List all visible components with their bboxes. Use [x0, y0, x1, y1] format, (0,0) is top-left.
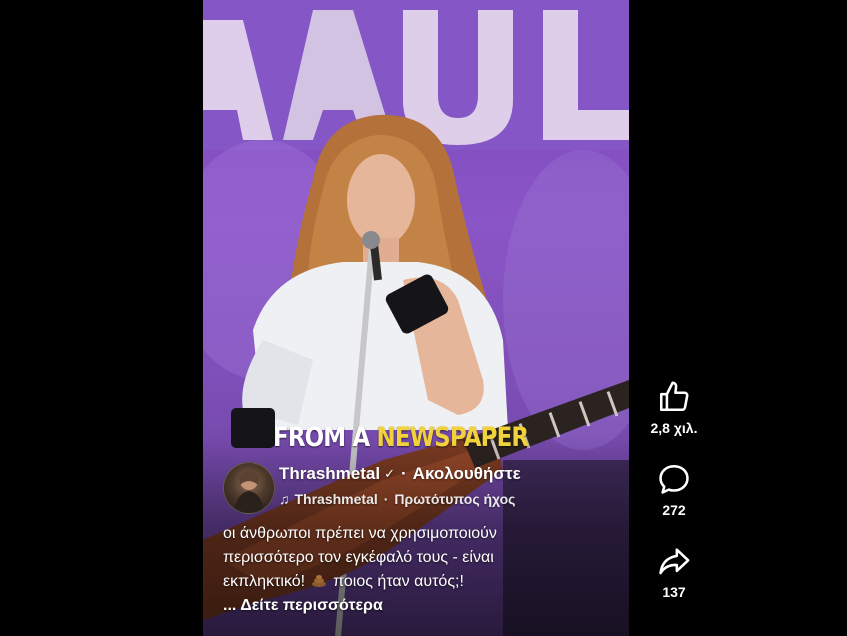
- audio-line[interactable]: ♫ Thrashmetal · Πρωτότυπος ήχος: [279, 491, 515, 507]
- poop-emoji-icon: [312, 575, 327, 587]
- audio-separator: ·: [383, 491, 389, 507]
- post-description: οι άνθρωποι πρέπει να χρησιμοποιούν περι…: [223, 522, 603, 618]
- avatar-image: [234, 471, 264, 513]
- share-arrow-icon: [659, 548, 690, 575]
- audio-label: Πρωτότυπος ήχος: [394, 491, 516, 507]
- avatar[interactable]: [223, 462, 275, 514]
- author-separator: ·: [401, 464, 407, 483]
- audio-artist: Thrashmetal: [294, 491, 378, 507]
- reel-video[interactable]: FROM A NEWSPAPER Thrashmetal ✓ · Ακολουθήστ…: [203, 0, 629, 636]
- follow-button[interactable]: Ακολουθήστε: [413, 464, 521, 483]
- share-button[interactable]: 137: [640, 544, 708, 600]
- like-count: 2,8 χιλ.: [650, 420, 698, 436]
- share-count: 137: [662, 584, 686, 600]
- page-backdrop: [0, 0, 203, 636]
- description-line-3: εκπληκτικό! ποιος ήταν αυτός;!: [223, 570, 603, 594]
- author-name[interactable]: Thrashmetal: [279, 464, 380, 483]
- comment-count: 272: [662, 502, 686, 518]
- description-line-2: περισσότερο τον εγκέφαλό τους - είναι: [223, 549, 494, 566]
- thumbs-up-icon: [659, 381, 689, 412]
- headline-word-yellow: NEWSPAPER: [376, 422, 530, 453]
- video-overlay-headline: FROM A NEWSPAPER: [273, 422, 530, 453]
- music-note-icon: ♫: [279, 491, 290, 507]
- description-line-3a: εκπληκτικό!: [223, 573, 306, 590]
- author-name-line: Thrashmetal ✓ · Ακολουθήστε: [279, 464, 521, 484]
- description-line-1: οι άνθρωποι πρέπει να χρησιμοποιούν: [223, 525, 497, 542]
- comment-bubble-icon: [659, 464, 689, 494]
- headline-word-white: FROM A: [273, 422, 370, 453]
- like-button[interactable]: 2,8 χιλ.: [640, 380, 708, 436]
- author-row: Thrashmetal ✓ · Ακολουθήστε ♫ Thrashmetal · Πρ…: [223, 462, 623, 514]
- verified-badge-icon: ✓: [384, 466, 395, 481]
- comment-button[interactable]: 272: [640, 462, 708, 518]
- see-more-link[interactable]: ... Δείτε περισσότερα: [223, 594, 603, 618]
- description-line-3b: ποιος ήταν αυτός;!: [333, 573, 464, 590]
